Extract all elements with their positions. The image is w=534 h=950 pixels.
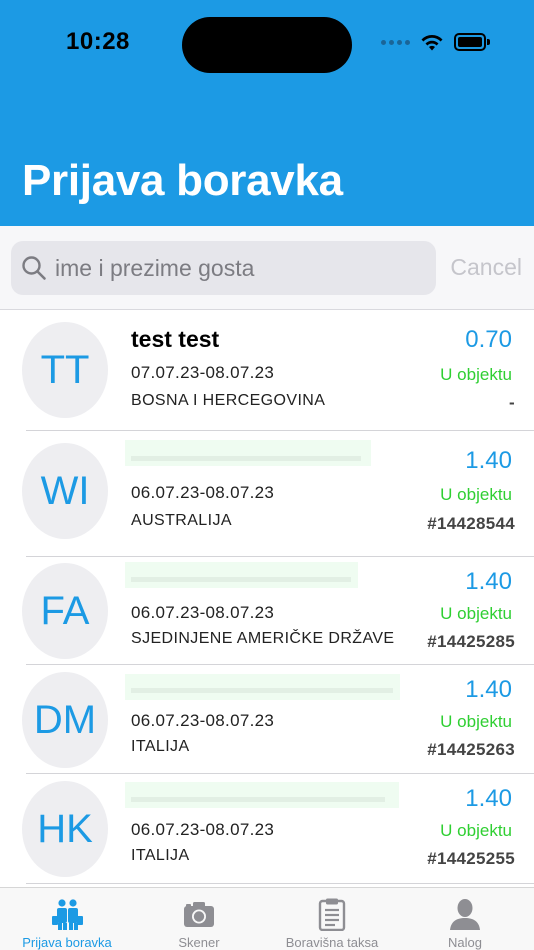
stay-dates: 06.07.23-08.07.23 [131, 820, 275, 839]
tax-amount: 1.40 [465, 676, 512, 703]
tab-skener[interactable]: Skener [132, 888, 266, 950]
redacted-name [125, 674, 400, 700]
guest-row[interactable]: TT test test 07.07.23-08.07.23 BOSNA I H… [0, 311, 534, 431]
guest-list: TT test test 07.07.23-08.07.23 BOSNA I H… [0, 311, 534, 887]
tab-label: Skener [178, 935, 220, 950]
search-bar: Cancel [0, 226, 534, 310]
stay-dates: 06.07.23-08.07.23 [131, 483, 275, 502]
registration-number: #14425255 [427, 849, 515, 868]
people-icon [52, 899, 83, 930]
guest-status: U objektu [440, 821, 512, 840]
search-field[interactable] [11, 241, 436, 295]
guest-status: U objektu [440, 365, 512, 384]
tab-label: Boravišna taksa [285, 935, 379, 950]
tax-amount: 0.70 [465, 326, 512, 353]
stay-dates: 07.07.23-08.07.23 [131, 363, 275, 382]
guest-avatar: FA [22, 563, 108, 659]
registration-number: #14428544 [427, 514, 515, 533]
guest-country: ITALIJA [131, 738, 190, 755]
tax-amount: 1.40 [465, 568, 512, 595]
registration-number: #14425263 [427, 740, 515, 759]
guest-avatar: HK [22, 781, 108, 877]
battery-icon [454, 33, 490, 51]
clipboard-icon [318, 898, 346, 931]
registration-number: - [509, 393, 515, 412]
guest-avatar: WI [22, 443, 108, 539]
stay-dates: 06.07.23-08.07.23 [131, 603, 275, 622]
tab-prijava-boravka[interactable]: Prijava boravka [0, 888, 134, 950]
guest-row[interactable]: FA 06.07.23-08.07.23 SJEDINJENE AMERIČKE… [0, 557, 534, 665]
status-time: 10:28 [66, 28, 130, 55]
tab-bar: Prijava boravka Skener Boravišna taksa N… [0, 887, 534, 950]
cancel-button[interactable]: Cancel [450, 254, 522, 281]
guest-row[interactable]: DM 06.07.23-08.07.23 ITALIJA 1.40 U obje… [0, 665, 534, 774]
guest-row[interactable]: HK 06.07.23-08.07.23 ITALIJA 1.40 U obje… [0, 774, 534, 884]
redacted-name [125, 440, 371, 466]
guest-status: U objektu [440, 604, 512, 623]
guest-country: BOSNA I HERCEGOVINA [131, 392, 326, 409]
person-icon [450, 899, 480, 930]
dynamic-island [182, 17, 352, 73]
stay-dates: 06.07.23-08.07.23 [131, 711, 275, 730]
tab-label: Nalog [448, 935, 482, 950]
guest-row[interactable]: WI 06.07.23-08.07.23 AUSTRALIJA 1.40 U o… [0, 431, 534, 557]
tab-nalog[interactable]: Nalog [398, 888, 532, 950]
guest-status: U objektu [440, 712, 512, 731]
search-input[interactable] [55, 254, 415, 282]
registration-number: #14425285 [427, 632, 515, 651]
search-icon [22, 256, 46, 280]
page-title: Prijava boravka [22, 156, 343, 205]
guest-name: test test [131, 326, 220, 352]
redacted-name [125, 782, 399, 808]
tab-label: Prijava boravka [22, 935, 112, 950]
guest-status: U objektu [440, 485, 512, 504]
camera-icon [184, 902, 214, 927]
cellular-signal-icon [381, 39, 410, 45]
status-bar: 10:28 [0, 0, 534, 90]
tab-boravisna-taksa[interactable]: Boravišna taksa [265, 888, 399, 950]
guest-country: SJEDINJENE AMERIČKE DRŽAVE [131, 630, 395, 647]
redacted-name [125, 562, 358, 588]
tax-amount: 1.40 [465, 447, 512, 474]
guest-country: AUSTRALIJA [131, 512, 232, 529]
header: 10:28 Prijava boravka [0, 0, 534, 226]
guest-avatar: DM [22, 672, 108, 768]
wifi-icon [421, 35, 443, 51]
row-divider [26, 883, 534, 884]
guest-country: ITALIJA [131, 847, 190, 864]
tax-amount: 1.40 [465, 785, 512, 812]
status-icons [381, 32, 490, 52]
guest-avatar: TT [22, 322, 108, 418]
